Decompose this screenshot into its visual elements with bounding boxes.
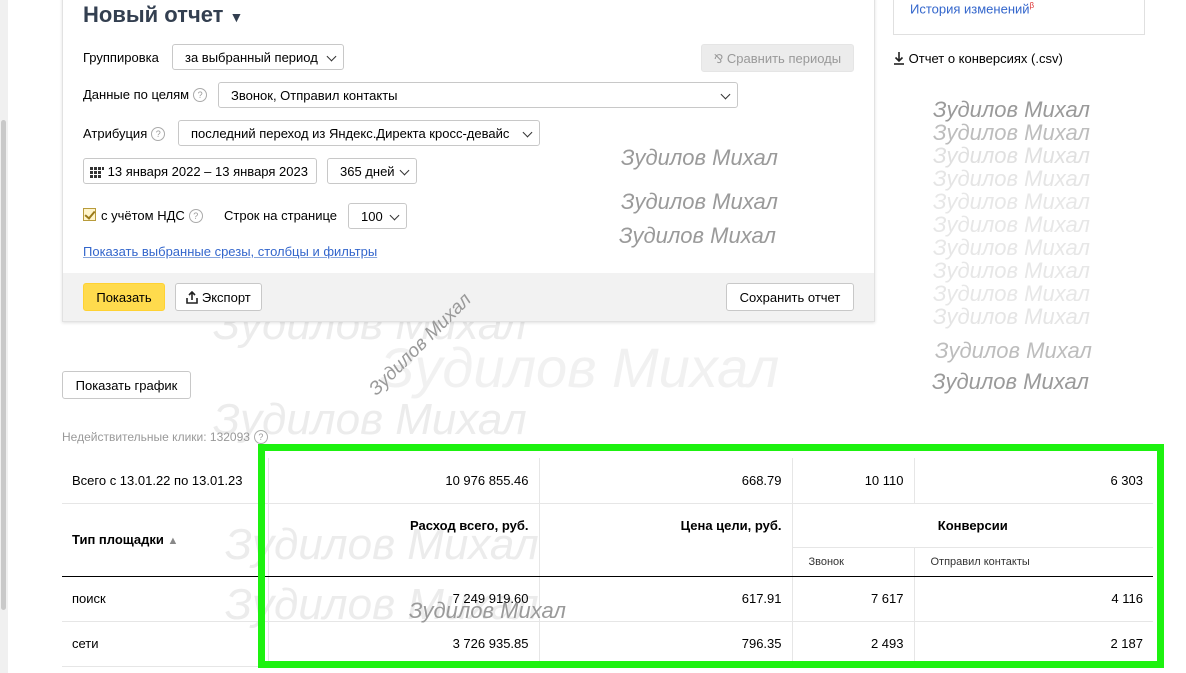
- total-calls: 10 110: [792, 458, 915, 504]
- watermark: Зудилов Михал: [932, 369, 1089, 394]
- scrollbar-thumb[interactable]: [1, 120, 6, 610]
- grouping-select[interactable]: за выбранный период: [172, 44, 344, 70]
- total-cost: 10 976 855.46: [268, 458, 540, 504]
- total-contacts: 6 303: [914, 458, 1153, 504]
- row-goal-price: 617.91: [539, 576, 793, 622]
- calendar-icon: [90, 167, 104, 178]
- invalid-clicks-text: Недействительные клики: 132093: [62, 430, 250, 444]
- total-goal-price: 668.79: [539, 458, 793, 504]
- attribution-value: последний переход из Яндекс.Директа крос…: [191, 126, 510, 141]
- row-goal-price: 796.35: [539, 621, 793, 667]
- report-table: Всего с 13.01.22 по 13.01.23 10 976 855.…: [62, 458, 1153, 667]
- help-icon[interactable]: ?: [151, 127, 166, 141]
- col-goal-price-header[interactable]: Цена цели, руб.: [539, 503, 793, 577]
- attribution-label-text: Атрибуция: [83, 126, 148, 141]
- conversions-csv-link[interactable]: Отчет о конверсиях (.csv): [893, 51, 1063, 66]
- attribution-label: Атрибуция?: [83, 126, 166, 141]
- history-link-label: История изменений: [910, 1, 1030, 17]
- show-button[interactable]: Показать: [83, 283, 165, 311]
- export-label: Экспорт: [201, 290, 251, 305]
- title-dropdown-icon[interactable]: ▼: [229, 9, 243, 25]
- rows-per-page-select[interactable]: 100: [348, 203, 407, 229]
- col-calls-header[interactable]: Звонок: [792, 547, 915, 577]
- row-type: поиск: [62, 576, 269, 622]
- vat-label: с учётом НДС?: [101, 208, 203, 223]
- grouping-value: за выбранный период: [185, 50, 318, 65]
- rows-per-page-label: Строк на странице: [224, 208, 338, 223]
- col-cost-header[interactable]: Расход всего, руб.: [268, 503, 540, 577]
- compare-icon: ⅋: [713, 52, 724, 66]
- goals-label: Данные по целям?: [83, 87, 208, 102]
- row-cost: 3 726 935.85: [268, 621, 540, 667]
- watermark: Зудилов Михал: [619, 223, 776, 248]
- col-contacts-header[interactable]: Отправил контакты: [914, 547, 1153, 577]
- show-chart-button[interactable]: Показать график: [62, 371, 191, 399]
- export-button[interactable]: Экспорт: [175, 283, 262, 311]
- chevron-down-icon: [399, 165, 410, 176]
- save-report-button[interactable]: Сохранить отчет: [726, 283, 854, 311]
- chevron-down-icon: [389, 210, 400, 221]
- row-calls: 7 617: [792, 576, 915, 622]
- watermark: Зудилов Михал: [409, 598, 566, 623]
- sort-asc-icon[interactable]: ▲: [168, 535, 179, 547]
- compare-periods-button[interactable]: ⅋ Сравнить периоды: [701, 44, 854, 72]
- goals-select[interactable]: Звонок, Отправил контакты: [218, 82, 738, 108]
- compare-periods-label: Сравнить периоды: [726, 51, 842, 66]
- watermark: Зудилов Михал: [621, 189, 778, 214]
- watermark: Зудилов Михал: [933, 304, 1090, 329]
- history-link[interactable]: История измененийβ: [910, 1, 1034, 16]
- report-title: Новый отчет: [83, 2, 224, 27]
- beta-badge: β: [1029, 1, 1035, 10]
- goals-value: Звонок, Отправил контакты: [231, 88, 398, 103]
- page-title[interactable]: Новый отчет ▼: [83, 2, 243, 28]
- help-icon[interactable]: ?: [188, 209, 203, 223]
- col-type-label: Тип площадки: [72, 532, 164, 547]
- table-row: поиск 7 249 919.60 617.91 7 617 4 116: [62, 576, 1153, 622]
- watermark: Зудилов Михал: [935, 338, 1092, 363]
- days-value: 365 дней: [340, 164, 395, 179]
- attribution-select[interactable]: последний переход из Яндекс.Директа крос…: [178, 120, 540, 146]
- invalid-clicks: Недействительные клики: 132093?: [62, 430, 268, 444]
- date-range-picker[interactable]: 13 января 2022 – 13 января 2023: [83, 158, 317, 184]
- export-icon: [186, 291, 199, 304]
- days-select[interactable]: 365 дней: [327, 158, 417, 184]
- show-slices-link[interactable]: Показать выбранные срезы, столбцы и филь…: [83, 244, 377, 259]
- chevron-down-icon: [720, 89, 731, 100]
- table-row: сети 3 726 935.85 796.35 2 493 2 187: [62, 621, 1153, 667]
- col-type-header[interactable]: Тип площадки ▲: [62, 503, 269, 577]
- header-row: Тип площадки ▲ Расход всего, руб. Цена ц…: [62, 503, 1153, 577]
- vat-label-text: с учётом НДС: [101, 208, 185, 223]
- vat-checkbox[interactable]: [83, 208, 96, 221]
- date-range-value: 13 января 2022 – 13 января 2023: [107, 164, 308, 179]
- chevron-down-icon: [522, 127, 533, 138]
- page-scrollbar[interactable]: [0, 0, 8, 673]
- row-contacts: 2 187: [914, 621, 1153, 667]
- row-type: сети: [62, 621, 269, 667]
- conversions-csv-label: Отчет о конверсиях (.csv): [908, 51, 1063, 66]
- watermark: Зудилов Михал: [621, 145, 778, 170]
- grouping-label: Группировка: [83, 50, 159, 65]
- sidebar-history-box: История измененийβ: [893, 0, 1145, 35]
- goals-label-text: Данные по целям: [83, 87, 190, 102]
- totals-label: Всего с 13.01.22 по 13.01.23: [62, 458, 269, 504]
- rows-per-page-value: 100: [361, 209, 383, 224]
- chevron-down-icon: [326, 51, 337, 62]
- row-contacts: 4 116: [914, 576, 1153, 622]
- download-icon: [894, 52, 904, 65]
- col-conversions-header[interactable]: Конверсии: [792, 503, 1153, 548]
- help-icon[interactable]: ?: [193, 88, 208, 102]
- row-calls: 2 493: [792, 621, 915, 667]
- totals-row: Всего с 13.01.22 по 13.01.23 10 976 855.…: [62, 458, 1153, 504]
- help-icon[interactable]: ?: [253, 430, 268, 444]
